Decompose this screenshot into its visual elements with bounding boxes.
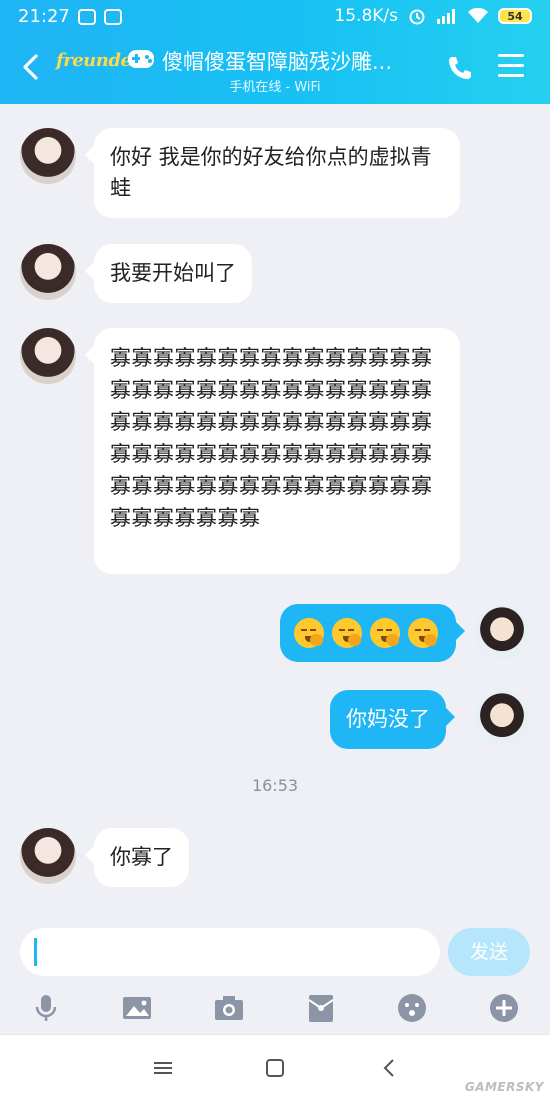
nav-row: freunde 傻帽傻蛋智障脑残沙雕... 手机在线 - WiFi <box>0 34 550 104</box>
chat-title[interactable]: 傻帽傻蛋智障脑残沙雕... <box>162 46 392 76</box>
my-avatar[interactable] <box>474 690 530 746</box>
emoji-icon[interactable] <box>396 992 428 1024</box>
message-bubble[interactable]: 你妈没了 <box>330 690 455 749</box>
avatar[interactable] <box>20 244 76 300</box>
message-text: 你妈没了 <box>346 707 430 731</box>
yawn-emoji-icon <box>332 618 362 648</box>
yawn-emoji-icon <box>294 618 324 648</box>
system-nav-bar: GAMERSKY <box>0 1034 550 1100</box>
alarm-icon <box>409 9 425 25</box>
input-toolbar <box>0 986 550 1030</box>
red-packet-icon[interactable] <box>305 992 337 1024</box>
message-text: 你寡了 <box>110 845 173 869</box>
message-bubble[interactable]: 我要开始叫了 <box>85 244 252 303</box>
brand-logo: freunde <box>56 50 132 71</box>
wifi-icon <box>468 8 488 24</box>
yawn-emoji-icon <box>408 618 438 648</box>
yawn-emoji-icon <box>370 618 400 648</box>
microphone-icon[interactable] <box>30 992 62 1024</box>
text-caret <box>34 938 37 966</box>
gamepad-icon <box>128 50 154 68</box>
avatar[interactable] <box>20 128 76 184</box>
message-text: 我要开始叫了 <box>110 261 236 285</box>
watermark: GAMERSKY <box>464 1080 544 1094</box>
message-timestamp: 16:53 <box>251 776 299 795</box>
emoji-message-bubble[interactable] <box>280 604 465 662</box>
image-icon[interactable] <box>121 992 153 1024</box>
message-bubble[interactable]: 你寡了 <box>85 828 189 887</box>
status-right: 15.8K/s 54 <box>334 6 532 26</box>
notification-icons <box>78 9 122 25</box>
message-text: 你好 我是你的好友给你点的虚拟青蛙 <box>110 145 432 200</box>
status-time: 21:27 <box>18 6 70 27</box>
camera-icon[interactable] <box>213 992 245 1024</box>
menu-icon[interactable] <box>498 54 524 78</box>
back-nav-icon[interactable] <box>378 1057 400 1079</box>
battery-icon: 54 <box>498 8 532 24</box>
emoji-row <box>294 616 442 648</box>
message-bubble[interactable]: 你好 我是你的好友给你点的虚拟青蛙 <box>85 128 460 218</box>
plus-icon[interactable] <box>488 992 520 1024</box>
message-text: 寡寡寡寡寡寡寡寡寡寡寡寡寡寡寡寡寡寡寡寡寡寡寡寡寡寡寡寡寡寡寡寡寡寡寡寡寡寡寡寡… <box>110 346 433 530</box>
phone-call-icon[interactable] <box>446 54 474 82</box>
my-avatar[interactable] <box>474 604 530 660</box>
status-bar: 21:27 15.8K/s 54 <box>0 0 550 34</box>
chat-header: 21:27 15.8K/s 54 freunde 傻帽傻蛋智障脑残沙雕... 手… <box>0 0 550 104</box>
avatar[interactable] <box>20 828 76 884</box>
network-speed: 15.8K/s <box>334 6 398 26</box>
send-button[interactable]: 发送 <box>448 928 530 976</box>
avatar[interactable] <box>20 328 76 384</box>
menu-nav-icon[interactable] <box>152 1057 174 1079</box>
message-bubble[interactable]: 寡寡寡寡寡寡寡寡寡寡寡寡寡寡寡寡寡寡寡寡寡寡寡寡寡寡寡寡寡寡寡寡寡寡寡寡寡寡寡寡… <box>85 328 460 574</box>
home-nav-icon[interactable] <box>264 1057 286 1079</box>
message-input[interactable] <box>20 928 440 976</box>
qq-notification-icon <box>78 9 96 25</box>
gallery-notification-icon <box>104 9 122 25</box>
signal-icon <box>436 8 458 24</box>
